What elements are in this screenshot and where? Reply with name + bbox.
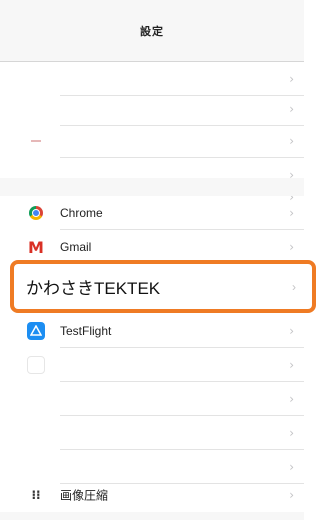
- chevron-right-icon: ›: [289, 324, 294, 338]
- testflight-icon: [26, 321, 46, 341]
- gmail-icon: M: [28, 237, 44, 257]
- settings-row-testflight[interactable]: TestFlight ›: [0, 314, 304, 348]
- chevron-right-icon: ›: [289, 72, 294, 86]
- chrome-icon: [26, 203, 46, 223]
- chevron-right-icon: ›: [292, 279, 296, 294]
- chevron-right-icon: ›: [289, 460, 294, 474]
- settings-row-blank-1[interactable]: ›: [0, 348, 304, 382]
- app-icon: [26, 131, 46, 151]
- settings-row-1[interactable]: ›: [0, 62, 304, 96]
- chevron-right-icon: ›: [289, 206, 294, 220]
- chevron-right-icon: ›: [289, 426, 294, 440]
- settings-row-3[interactable]: ›: [0, 124, 304, 158]
- chevron-right-icon: ›: [289, 240, 294, 254]
- settings-row-blank-3[interactable]: ›: [0, 416, 304, 450]
- image-compress-icon: ⁝⁝: [31, 488, 41, 502]
- row-label: Gmail: [60, 240, 92, 254]
- highlighted-row-kawasaki-tektek[interactable]: かわさきTEKTEK ›: [10, 260, 316, 313]
- chevron-right-icon: ›: [289, 134, 294, 148]
- chevron-right-icon: ›: [289, 358, 294, 372]
- row-label: TestFlight: [60, 324, 112, 338]
- settings-row-2[interactable]: ›: [0, 92, 304, 126]
- section-gap: [0, 178, 304, 196]
- row-label: Chrome: [60, 206, 103, 220]
- highlighted-row-label: かわさきTEKTEK: [26, 279, 161, 298]
- settings-row-gmail[interactable]: M Gmail ›: [0, 230, 304, 264]
- chevron-right-icon: ›: [289, 102, 294, 116]
- settings-row-blank-2[interactable]: ›: [0, 382, 304, 416]
- settings-screen: 設定 › › › › › Chrome › M Gmail › TestFlig…: [0, 0, 316, 520]
- chevron-right-icon: ›: [289, 488, 294, 502]
- bottom-bar: [0, 512, 304, 520]
- row-label: 画像圧縮: [60, 488, 109, 503]
- chevron-right-icon: ›: [289, 392, 294, 406]
- page-title: 設定: [140, 25, 164, 38]
- settings-row-image-compress[interactable]: ⁝⁝ 画像圧縮 ›: [0, 478, 304, 512]
- settings-row-chrome[interactable]: Chrome ›: [0, 196, 304, 230]
- navigation-bar: 設定: [0, 0, 304, 62]
- app-icon: [26, 355, 46, 375]
